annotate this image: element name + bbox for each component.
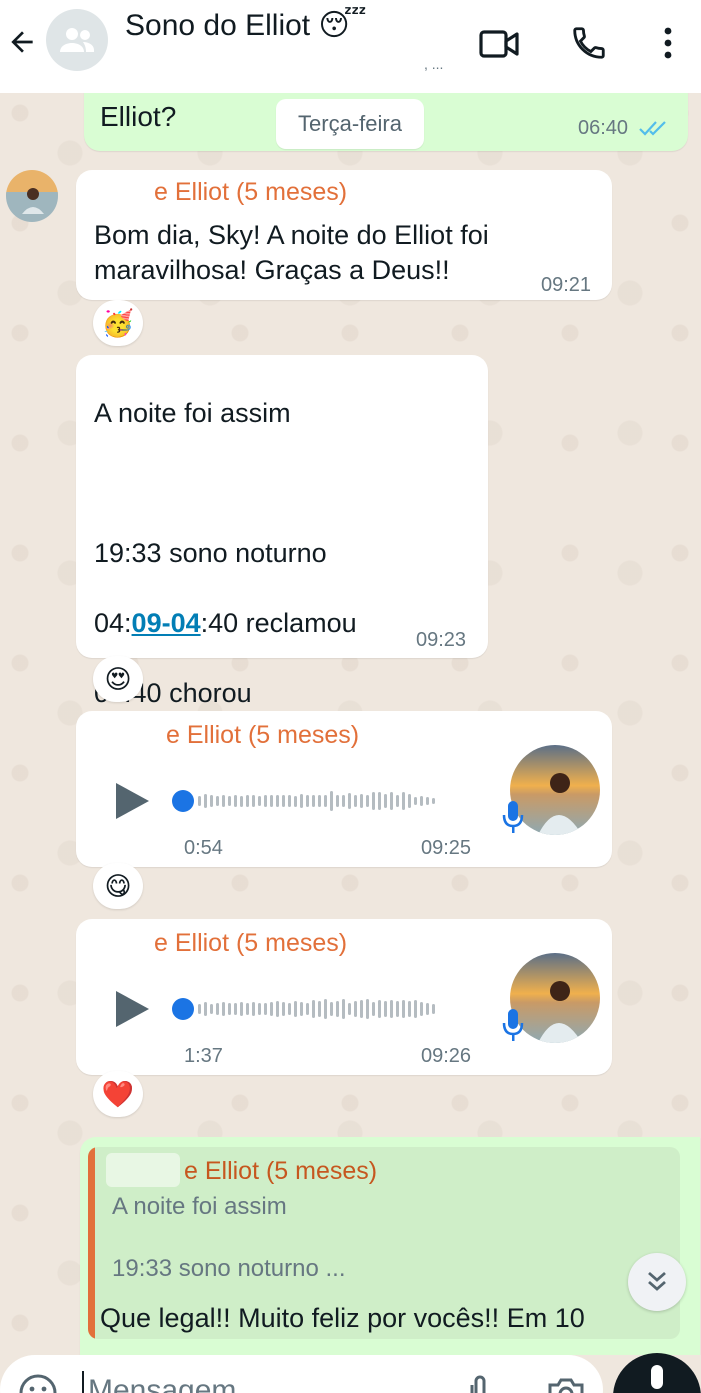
double-chevron-down-icon [648,1271,666,1291]
quote-bar [88,1147,95,1339]
voice-duration: 0:54 [184,837,223,859]
phone-icon [573,27,605,59]
playback-slider[interactable] [172,790,194,812]
reaction-badge[interactable]: ❤️ [93,1071,143,1117]
text-line: 04:09-04:40 reclamou [94,608,357,638]
message-bubble[interactable]: A noite foi assim 19:33 sono noturno 04:… [76,355,488,813]
quoted-text: 19:33 sono noturno ... [112,1255,346,1282]
play-button[interactable] [110,779,154,823]
date-separator: Terça-feira [276,99,424,149]
redacted-name [92,176,154,208]
emoji-icon[interactable] [18,1373,58,1393]
chat-header: Sono do Elliot 😴 , ... [0,0,701,93]
voice-waveform[interactable] [198,789,435,813]
voice-waveform[interactable] [198,997,435,1021]
chat-subtitle: , ... [424,56,444,72]
video-call-icon [479,30,519,58]
reaction-badge[interactable]: 😋 [93,863,143,909]
message-input[interactable] [82,1371,382,1393]
more-vert-icon [664,27,672,59]
reaction-badge[interactable]: 🥳 [93,300,143,346]
playback-slider[interactable] [172,998,194,1020]
sender-name: e Elliot (5 meses) [154,178,348,206]
voice-message-bubble[interactable]: e Elliot (5 meses) 1:37 09:26 [76,919,612,1075]
quoted-text: A noite foi assim [112,1193,287,1220]
scroll-to-bottom-button[interactable] [628,1253,686,1311]
redacted-name [92,925,154,957]
quoted-sender: e Elliot (5 meses) [184,1157,378,1185]
message-text: Elliot? [100,101,177,132]
reaction-badge[interactable]: 😍 [93,656,143,702]
message-text: Bom dia, Sky! A noite do Elliot foi mara… [94,220,489,285]
camera-icon[interactable] [546,1375,586,1393]
phone-link[interactable]: 09-04 [132,608,201,638]
read-ticks-icon [639,121,666,136]
text-line: A noite foi assim [94,398,291,428]
video-call-button[interactable] [476,24,522,64]
redacted-name [106,1153,180,1187]
message-composer [0,1353,701,1393]
play-icon [116,783,149,819]
voice-message-bubble[interactable]: e Elliot (5 meses) 0:54 09:25 [76,711,612,867]
play-icon [116,991,149,1027]
more-options-button[interactable] [650,22,686,64]
mic-icon [502,1009,524,1041]
chat-area[interactable]: Elliot? 06:40 Terça-feira e Elliot (5 me… [0,93,701,1355]
redacted-name [92,717,164,749]
text-line [94,466,357,501]
group-avatar[interactable] [46,9,108,71]
message-time: 09:23 [416,629,467,651]
mic-icon [502,801,524,833]
back-arrow-icon [11,31,33,53]
group-icon [60,28,94,52]
voice-duration: 1:37 [184,1045,223,1067]
voice-record-button[interactable] [613,1353,701,1393]
back-button[interactable] [4,22,40,62]
text-line: 19:33 sono noturno [94,538,327,568]
message-bubble[interactable]: e Elliot (5 meses) Bom dia, Sky! A noite… [76,170,612,300]
mic-icon [651,1365,663,1389]
sender-name: e Elliot (5 meses) [166,721,360,749]
sender-avatar[interactable] [6,170,58,222]
message-time: 09:25 [421,837,472,859]
input-pill[interactable] [0,1355,603,1393]
attach-icon[interactable] [462,1373,494,1393]
message-time: 09:21 [541,274,592,296]
message-text: Que legal!! Muito feliz por vocês!! Em 1… [100,1303,585,1333]
sender-name: e Elliot (5 meses) [154,929,348,957]
voice-call-button[interactable] [566,22,612,64]
chat-title[interactable]: Sono do Elliot 😴 [125,8,367,43]
message-time: 09:26 [421,1045,472,1067]
play-button[interactable] [110,987,154,1031]
message-time: 06:40 [578,117,629,139]
